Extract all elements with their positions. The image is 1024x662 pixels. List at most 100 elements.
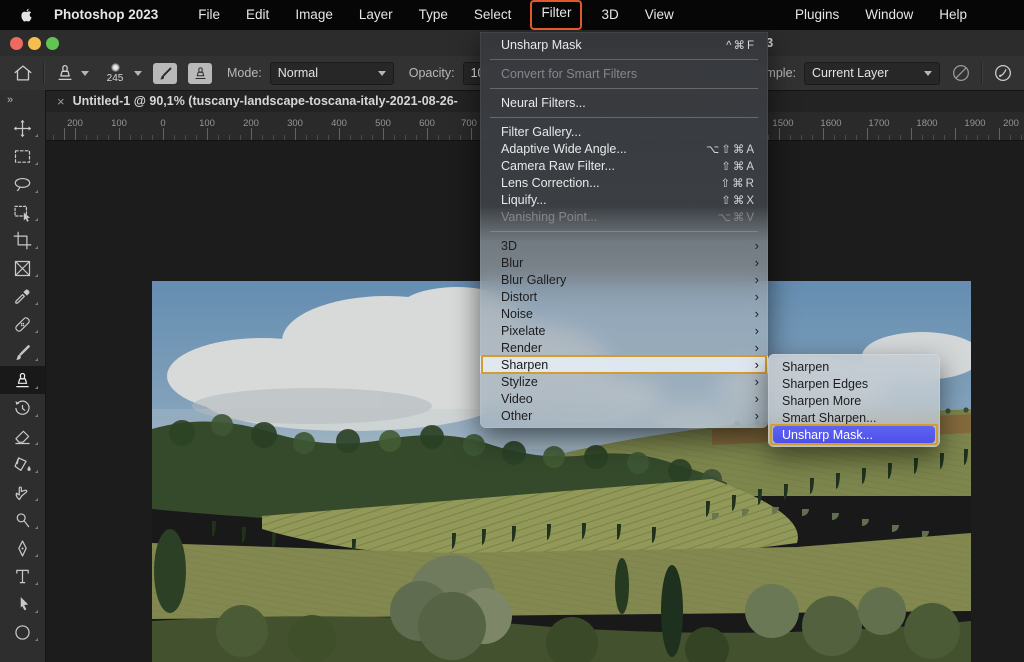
menu-window[interactable]: Window [852,0,926,30]
menu-type[interactable]: Type [406,0,461,30]
menu-item-vanishing-point: Vanishing Point...⌥⌘V [480,208,768,225]
menu-image[interactable]: Image [282,0,346,30]
minimize-window-button[interactable] [28,37,41,50]
toggle-clone-source-button[interactable] [188,63,212,84]
menu-item-unsharp-mask[interactable]: Unsharp Mask^⌘F [480,36,768,53]
dodge-tool[interactable] [0,506,45,534]
menu-item-label: Filter Gallery... [501,125,756,139]
move-tool[interactable] [0,114,45,142]
mode-dropdown[interactable]: Normal [270,62,394,85]
menu-item-camera-raw-filter[interactable]: Camera Raw Filter...⇧⌘A [480,157,768,174]
apple-menu-icon[interactable] [18,7,35,24]
crop-tool[interactable] [0,226,45,254]
menu-item-3d[interactable]: 3D› [480,237,768,254]
clone-stamp-preset-icon[interactable] [54,62,76,84]
menu-item-unsharp-mask[interactable]: Unsharp Mask... [773,426,935,443]
menu-item-label: Sharpen [782,360,930,374]
menu-plugins[interactable]: Plugins [782,0,852,30]
crop-icon [12,230,33,251]
menu-item-label: Other [501,409,755,423]
menu-item-neural-filters[interactable]: Neural Filters... [480,94,768,111]
menu-help[interactable]: Help [926,0,980,30]
menu-item-blur[interactable]: Blur› [480,254,768,271]
chevron-down-icon[interactable] [134,71,142,76]
clone-stamp-tool[interactable] [0,366,45,394]
zoom-window-button[interactable] [46,37,59,50]
photoshop-window: Photoshop 2023 FileEditImageLayerTypeSele… [0,0,1024,662]
menu-item-sharpen-more[interactable]: Sharpen More [768,392,940,409]
menu-edit[interactable]: Edit [233,0,282,30]
divider [43,62,45,84]
ignore-adjustment-layers-icon[interactable] [950,62,972,84]
menu-item-blur-gallery[interactable]: Blur Gallery› [480,271,768,288]
pen-tool[interactable] [0,534,45,562]
menu-layer[interactable]: Layer [346,0,406,30]
history-brush-icon [12,398,33,419]
gradient-tool[interactable] [0,450,45,478]
menu-item-label: Vanishing Point... [501,210,718,224]
close-window-button[interactable] [10,37,23,50]
rectangular-marquee-tool[interactable] [0,142,45,170]
menu-item-distort[interactable]: Distort› [480,288,768,305]
pressure-size-icon[interactable] [992,62,1014,84]
menu-item-label: Sharpen [501,358,755,372]
healing-brush-tool[interactable] [0,310,45,338]
menu-item-label: Pixelate [501,324,755,338]
eraser-tool[interactable] [0,422,45,450]
path-selection-tool[interactable] [0,590,45,618]
menu-item-label: Blur [501,256,755,270]
submenu-arrow-icon: › [755,307,759,320]
brush-size-picker[interactable]: 245 [101,63,129,84]
menu-item-lens-correction[interactable]: Lens Correction...⇧⌘R [480,174,768,191]
menu-item-pixelate[interactable]: Pixelate› [480,322,768,339]
menu-item-shortcut: ⇧⌘X [721,193,756,207]
menu-file[interactable]: File [185,0,233,30]
menu-photoshop-2023[interactable]: Photoshop 2023 [41,0,171,30]
history-brush-tool[interactable] [0,394,45,422]
menu-select[interactable]: Select [461,0,525,30]
eyedropper-tool[interactable] [0,282,45,310]
ruler-label: 100 [111,118,127,129]
close-tab-icon[interactable]: × [57,94,65,109]
menu-item-label: Unsharp Mask [501,38,726,52]
menu-item-smart-sharpen[interactable]: Smart Sharpen... [768,409,940,426]
home-icon[interactable] [12,62,34,84]
menu-item-sharpen[interactable]: Sharpen› [480,356,768,373]
sample-dropdown[interactable]: Current Layer [804,62,940,85]
menu-item-liquify[interactable]: Liquify...⇧⌘X [480,191,768,208]
move-icon [12,118,33,139]
menu-item-stylize[interactable]: Stylize› [480,373,768,390]
menu-item-label: Sharpen More [782,394,930,408]
path-selection-icon [12,594,33,615]
smudge-tool[interactable] [0,478,45,506]
healing-brush-icon [12,314,33,335]
menu-item-noise[interactable]: Noise› [480,305,768,322]
ellipse-tool[interactable] [0,618,45,646]
menu-item-other[interactable]: Other› [480,407,768,424]
collapse-panel-button[interactable]: » [0,90,45,114]
menu-view[interactable]: View [632,0,687,30]
chevron-down-icon[interactable] [81,71,89,76]
menu-item-adaptive-wide-angle[interactable]: Adaptive Wide Angle...⌥⇧⌘A [480,140,768,157]
document-tab-title[interactable]: Untitled-1 @ 90,1% (tuscany-landscape-to… [73,94,458,108]
ruler-label: 300 [287,118,303,129]
sample-value: Current Layer [812,66,919,80]
menu-filter[interactable]: Filter [530,0,582,30]
menu-item-video[interactable]: Video› [480,390,768,407]
chevron-down-icon [924,71,932,76]
menu-item-render[interactable]: Render› [480,339,768,356]
menu-item-sharpen-edges[interactable]: Sharpen Edges [768,375,940,392]
submenu-arrow-icon: › [755,239,759,252]
menu-item-filter-gallery[interactable]: Filter Gallery... [480,123,768,140]
lasso-tool[interactable] [0,170,45,198]
menu-item-sharpen[interactable]: Sharpen [768,358,940,375]
object-selection-tool[interactable] [0,198,45,226]
tool-list [0,114,45,646]
menu-3d[interactable]: 3D [588,0,631,30]
frame-tool[interactable] [0,254,45,282]
toggle-brush-settings-button[interactable] [153,63,177,84]
brush-tool[interactable] [0,338,45,366]
type-tool[interactable] [0,562,45,590]
submenu-arrow-icon: › [755,273,759,286]
menu-item-label: Noise [501,307,755,321]
